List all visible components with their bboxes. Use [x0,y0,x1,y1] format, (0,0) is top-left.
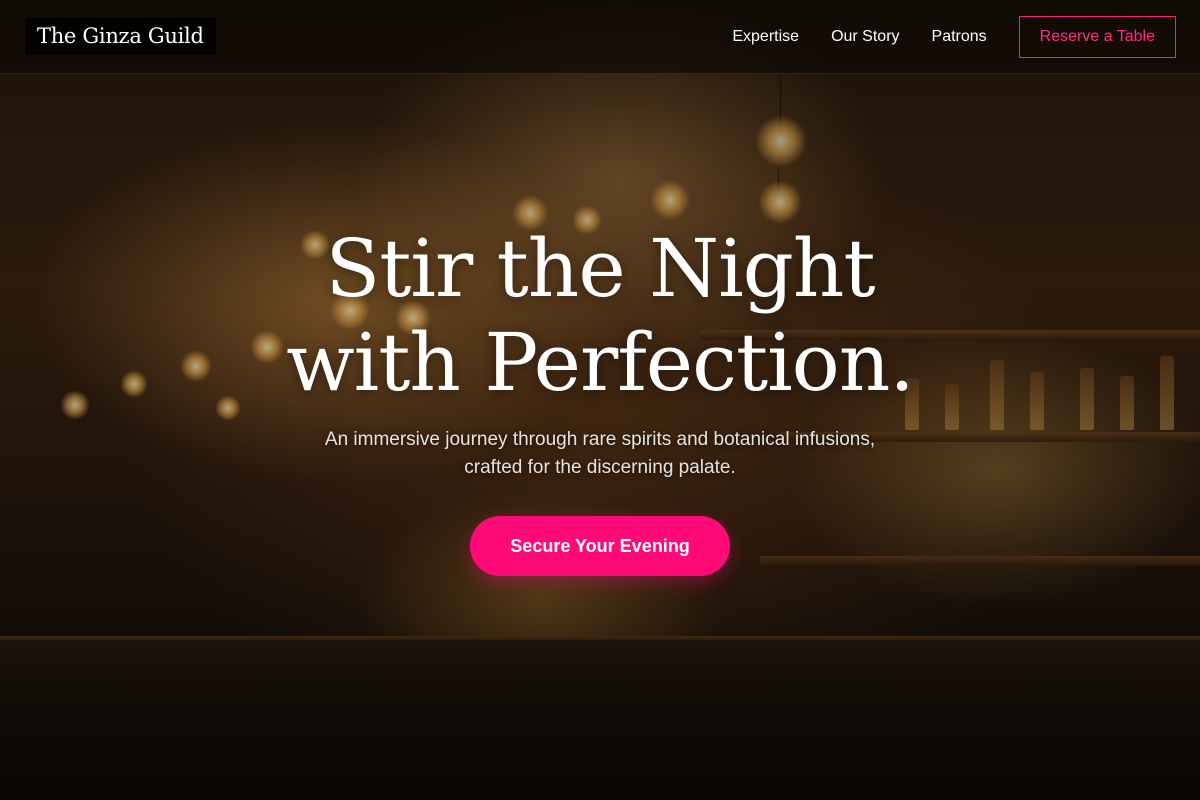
hero-title: Stir the Night with Perfection. [0,222,1200,410]
hero-content: Stir the Night with Perfection. An immer… [0,222,1200,576]
nav-link-our-story[interactable]: Our Story [831,28,899,46]
hero-subtitle-line-2: crafted for the discerning palate. [464,457,736,478]
top-navigation: The Ginza Guild Expertise Our Story Patr… [0,0,1200,74]
secure-evening-button[interactable]: Secure Your Evening [470,516,730,576]
hero-subtitle: An immersive journey through rare spirit… [280,426,920,482]
nav-link-patrons[interactable]: Patrons [932,28,987,46]
nav-links: Expertise Our Story Patrons Reserve a Ta… [732,15,1176,58]
nav-link-expertise[interactable]: Expertise [732,28,799,46]
hero-section: The Ginza Guild Expertise Our Story Patr… [0,0,1200,800]
hero-title-line-1: Stir the Night [325,222,875,315]
hero-subtitle-line-1: An immersive journey through rare spirit… [324,429,876,450]
brand-logo[interactable]: The Ginza Guild [25,18,216,55]
reserve-table-button[interactable]: Reserve a Table [1018,15,1176,58]
hero-title-line-2: with Perfection. [286,316,915,409]
